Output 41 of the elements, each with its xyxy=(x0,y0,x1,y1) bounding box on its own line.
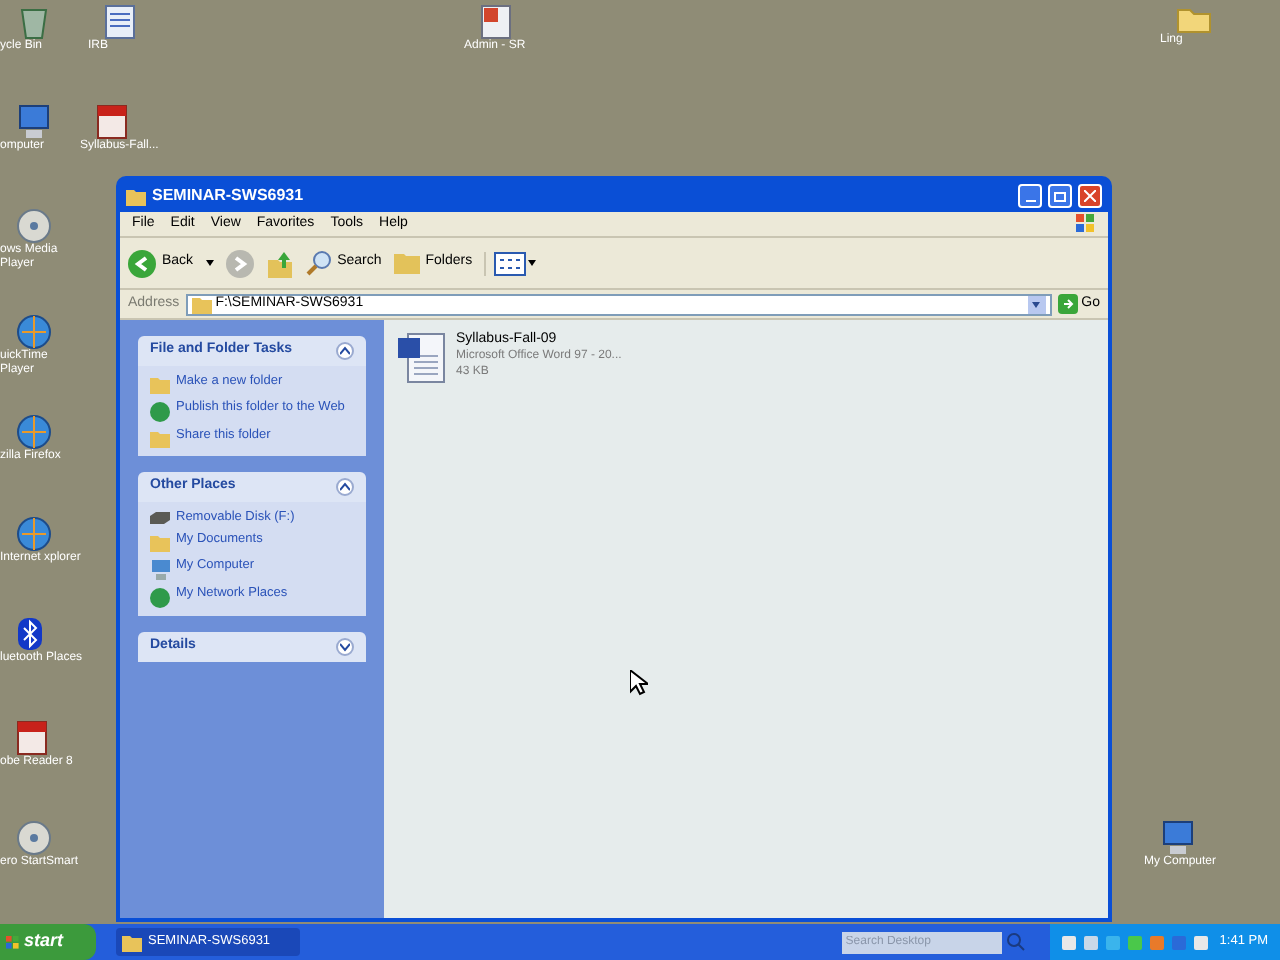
word-document-icon[interactable] xyxy=(396,332,448,384)
close-button[interactable] xyxy=(1078,184,1102,208)
folder-icon xyxy=(150,376,170,394)
disc-icon xyxy=(16,820,52,856)
windows-flag-icon xyxy=(1076,214,1096,234)
slides-document-icon xyxy=(480,4,512,40)
go-arrow-icon xyxy=(1057,294,1078,314)
mouse-pointer-icon xyxy=(630,670,648,696)
disk-drive-icon xyxy=(150,512,170,524)
window-title: SEMINAR-SWS6931 xyxy=(152,184,306,208)
maximize-button[interactable] xyxy=(1048,184,1072,208)
folder-icon xyxy=(1176,4,1212,34)
folder-icon xyxy=(191,295,212,313)
views-icon xyxy=(494,251,527,275)
caret-icon xyxy=(528,260,537,266)
folder-icon xyxy=(150,430,170,448)
pdf-document-icon xyxy=(96,104,128,140)
folder-icon xyxy=(126,187,146,205)
computer-icon xyxy=(1160,820,1196,856)
collapse-chevron-icon[interactable] xyxy=(336,342,354,360)
search-icon xyxy=(305,250,332,276)
folder-icon xyxy=(122,933,142,951)
computer-icon xyxy=(16,104,52,140)
pdf-document-icon xyxy=(16,720,48,756)
disc-icon xyxy=(16,208,52,244)
folder-up-icon[interactable] xyxy=(265,249,294,277)
close-icon xyxy=(1084,190,1096,202)
folder-icon xyxy=(150,534,170,552)
collapse-chevron-icon[interactable] xyxy=(336,478,354,496)
caret-icon[interactable] xyxy=(205,260,214,266)
document-icon xyxy=(104,4,136,40)
bluetooth-icon xyxy=(16,616,44,652)
windows-flag-icon xyxy=(6,935,20,949)
folder-icon xyxy=(393,252,420,274)
start-button[interactable]: start xyxy=(0,924,96,960)
computer-icon xyxy=(151,560,169,580)
expand-chevron-icon[interactable] xyxy=(336,638,354,656)
dropdown-arrow-icon[interactable] xyxy=(1027,295,1046,313)
trash-can-icon xyxy=(16,4,52,40)
minimize-button[interactable] xyxy=(1018,184,1042,208)
views-button[interactable] xyxy=(484,251,537,275)
